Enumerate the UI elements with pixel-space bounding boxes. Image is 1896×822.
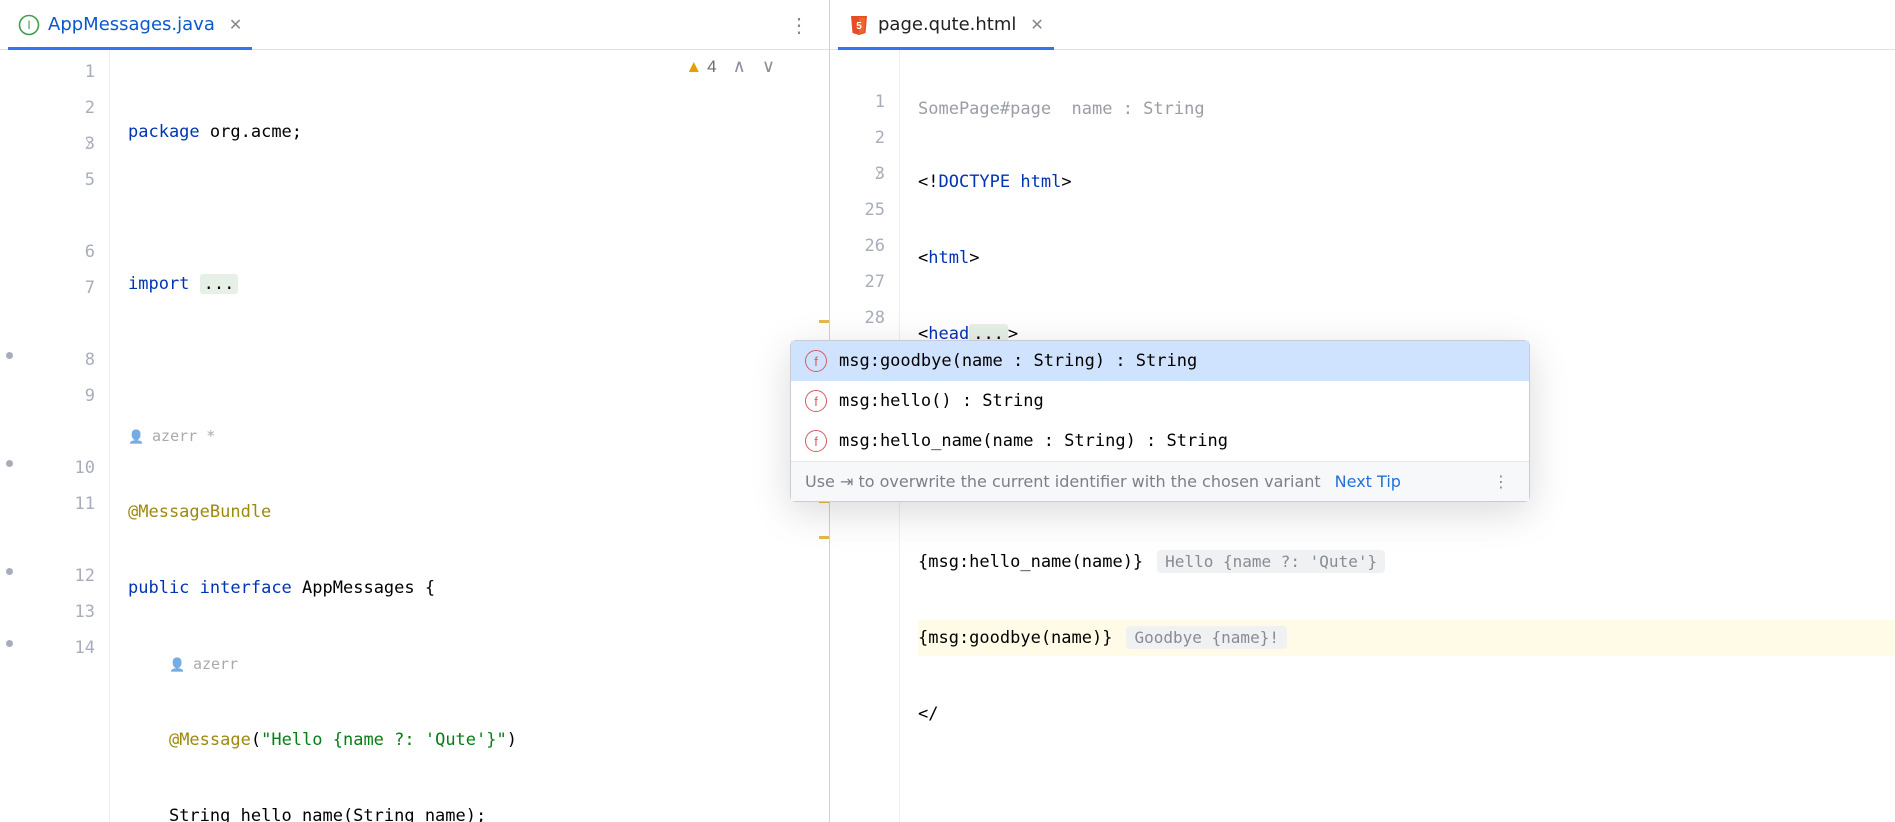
next-tip-link[interactable]: Next Tip	[1335, 472, 1401, 491]
stripe-warning[interactable]	[819, 320, 829, 323]
tab-page-qute[interactable]: 5 page.qute.html ✕	[838, 0, 1054, 49]
code-line[interactable]: <!DOCTYPE html>	[918, 164, 1895, 200]
svg-text:I: I	[27, 18, 30, 32]
function-icon: f	[805, 430, 827, 452]
line-number: 12	[20, 558, 95, 594]
code-line[interactable]	[918, 772, 1895, 808]
tab-label: AppMessages.java	[48, 14, 215, 35]
line-number: 26	[830, 228, 885, 264]
prev-highlight-icon[interactable]: ∧	[733, 56, 746, 77]
code-line[interactable]	[128, 342, 829, 378]
gutter-mark-icon	[6, 640, 13, 647]
gutter-mark-icon	[6, 352, 13, 359]
tab-bar-right: 5 page.qute.html ✕	[830, 0, 1895, 50]
tab-appmessages[interactable]: I AppMessages.java ✕	[8, 0, 252, 49]
svg-text:5: 5	[856, 21, 862, 32]
stripe-warning[interactable]	[819, 536, 829, 539]
html5-icon: 5	[848, 14, 870, 36]
fold-icon[interactable]: 〉	[875, 156, 887, 192]
tab-bar-left: I AppMessages.java ✕ ⋮	[0, 0, 829, 50]
code-line[interactable]: {msg:hello_name(name)}Hello {name ?: 'Qu…	[918, 544, 1895, 580]
completion-label: msg:hello() : String	[839, 391, 1044, 411]
code-line[interactable]: String hello_name(String name);	[128, 798, 829, 822]
breakpoint-gutter[interactable]	[0, 50, 20, 822]
line-number	[20, 414, 95, 450]
breadcrumb[interactable]: SomePage#page name : String	[918, 94, 1895, 124]
code-line[interactable]: <html>	[918, 240, 1895, 276]
line-number: 25	[830, 192, 885, 228]
code-line[interactable]: public interface AppMessages {	[128, 570, 829, 606]
gutter-mark-icon	[6, 568, 13, 575]
line-number	[20, 522, 95, 558]
code-line[interactable]: {msg:goodbye(name)}Goodbye {name}!	[918, 620, 1895, 656]
code-line[interactable]: @MessageBundle	[128, 494, 829, 530]
line-number: 5	[20, 162, 95, 198]
line-number: 27	[830, 264, 885, 300]
code-line[interactable]: </	[918, 696, 1895, 732]
completion-footer: Use ⇥ to overwrite the current identifie…	[791, 461, 1529, 501]
line-number: 11	[20, 486, 95, 522]
fold-placeholder[interactable]: ...	[200, 274, 239, 294]
code-line[interactable]: package org.acme;	[128, 114, 829, 150]
completion-item[interactable]: f msg:hello() : String	[791, 381, 1529, 421]
line-number: 3〉	[20, 126, 95, 162]
fold-icon[interactable]: 〉	[85, 126, 97, 162]
inlay-hint: Hello {name ?: 'Qute'}	[1157, 550, 1385, 573]
editor-left[interactable]: 1 2 3〉 5 6 7 8 9 10 11 12 13 14 ▲4 ∧ ∨ p…	[0, 50, 829, 822]
code-line[interactable]: @Message("Hello {name ?: 'Qute'}")	[128, 722, 829, 758]
completion-popup: f msg:goodbye(name : String) : String f …	[790, 340, 1530, 502]
line-number: 14	[20, 630, 95, 666]
line-number	[20, 306, 95, 342]
warning-count: 4	[707, 57, 716, 77]
gutter-mark-icon	[6, 460, 13, 467]
line-number: 28	[830, 300, 885, 336]
tab-label: page.qute.html	[878, 14, 1016, 35]
code-line[interactable]	[128, 190, 829, 226]
line-number-gutter[interactable]: 1 2 3〉 5 6 7 8 9 10 11 12 13 14	[20, 50, 110, 822]
line-number: 10	[20, 450, 95, 486]
completion-item[interactable]: f msg:hello_name(name : String) : String	[791, 421, 1529, 461]
tab-overflow-icon[interactable]: ⋮	[777, 13, 821, 37]
next-highlight-icon[interactable]: ∨	[762, 56, 775, 77]
completion-item[interactable]: f msg:goodbye(name : String) : String	[791, 341, 1529, 381]
java-interface-icon: I	[18, 14, 40, 36]
completion-label: msg:goodbye(name : String) : String	[839, 351, 1197, 371]
more-icon[interactable]: ⋮	[1487, 472, 1515, 491]
close-icon[interactable]: ✕	[1030, 15, 1043, 35]
code-area[interactable]: ▲4 ∧ ∨ package org.acme; import ... azer…	[110, 50, 829, 822]
function-icon: f	[805, 390, 827, 412]
line-number: 1	[830, 84, 885, 120]
author-inlay: azerr	[128, 646, 829, 682]
inspection-widget[interactable]: ▲4 ∧ ∨	[685, 56, 775, 77]
line-number	[20, 198, 95, 234]
line-number: 2	[830, 120, 885, 156]
close-icon[interactable]: ✕	[229, 15, 242, 35]
line-number: 6	[20, 234, 95, 270]
line-number: 1	[20, 54, 95, 90]
line-number: 8	[20, 342, 95, 378]
author-inlay: azerr *	[128, 418, 829, 454]
function-icon: f	[805, 350, 827, 372]
inlay-hint: Goodbye {name}!	[1126, 626, 1287, 649]
completion-label: msg:hello_name(name : String) : String	[839, 431, 1228, 451]
line-number: 9	[20, 378, 95, 414]
code-line[interactable]: import ...	[128, 266, 829, 302]
line-number: 13	[20, 594, 95, 630]
breadcrumb-spacer	[830, 54, 885, 84]
line-number: 3〉	[830, 156, 885, 192]
line-number: 2	[20, 90, 95, 126]
warning-icon: ▲	[685, 57, 702, 77]
line-number: 7	[20, 270, 95, 306]
completion-tip: Use ⇥ to overwrite the current identifie…	[805, 472, 1321, 491]
